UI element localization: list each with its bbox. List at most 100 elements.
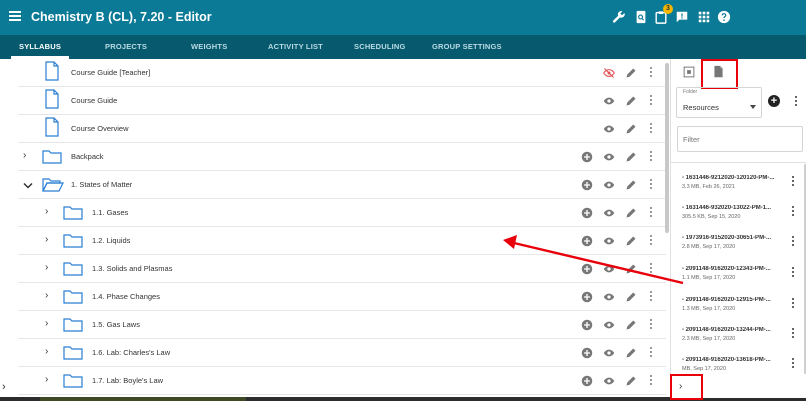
more-options-icon[interactable]	[791, 358, 795, 370]
more-options-icon[interactable]	[649, 67, 653, 79]
visibility-off-icon[interactable]	[603, 67, 615, 79]
tab-syllabus[interactable]: SYLLABUS	[10, 35, 70, 59]
syllabus-row[interactable]: › 1.2. Liquids	[18, 227, 666, 255]
more-options-icon[interactable]	[791, 236, 795, 248]
add-resource-button[interactable]: +	[768, 95, 780, 107]
syllabus-row[interactable]: › 1.6. Lab: Charles's Law	[18, 339, 666, 367]
help-icon[interactable]	[717, 10, 731, 24]
more-options-icon[interactable]	[791, 267, 795, 279]
visibility-icon[interactable]	[603, 291, 615, 303]
edit-pencil-icon[interactable]	[625, 207, 637, 219]
more-options-icon[interactable]	[649, 375, 653, 387]
add-circle-icon[interactable]	[581, 263, 593, 275]
more-options-icon[interactable]	[649, 151, 653, 163]
syllabus-row[interactable]: 1. States of Matter	[18, 171, 666, 199]
more-options-icon[interactable]	[649, 319, 653, 331]
feedback-icon[interactable]	[675, 10, 689, 24]
syllabus-row[interactable]: › 1.4. Phase Changes	[18, 283, 666, 311]
syllabus-row[interactable]: Course Guide [Teacher]	[18, 59, 666, 87]
visibility-icon[interactable]	[603, 123, 615, 135]
apps-grid-icon[interactable]	[697, 10, 711, 24]
visibility-icon[interactable]	[603, 207, 615, 219]
syllabus-row[interactable]: › 1.7. Lab: Boyle's Law	[18, 367, 666, 395]
menu-icon[interactable]	[9, 11, 21, 21]
search-doc-icon[interactable]	[634, 10, 648, 24]
resource-file-list: - 1631446-9212020-120120-PM-... 3.3 MB, …	[671, 162, 806, 374]
file-item[interactable]: - 2091148-9162020-13618-PM-... MB, Sep 1…	[671, 349, 803, 374]
chevron-right-icon[interactable]: ›	[45, 319, 55, 329]
add-circle-icon[interactable]	[581, 375, 593, 387]
chevron-down-icon[interactable]	[23, 181, 33, 191]
chevron-right-icon[interactable]: ›	[23, 151, 33, 161]
file-item[interactable]: - 2091148-9162020-13244-PM-... 2.3 MB, S…	[671, 319, 803, 350]
chevron-right-icon[interactable]: ›	[45, 207, 55, 217]
more-options-icon[interactable]	[649, 235, 653, 247]
edit-pencil-icon[interactable]	[625, 291, 637, 303]
add-circle-icon[interactable]	[581, 291, 593, 303]
more-options-icon[interactable]	[649, 179, 653, 191]
add-circle-icon[interactable]	[581, 179, 593, 191]
visibility-icon[interactable]	[603, 235, 615, 247]
tab-group-settings[interactable]: GROUP SETTINGS	[432, 35, 502, 59]
tab-projects[interactable]: PROJECTS	[105, 35, 147, 59]
file-item[interactable]: - 2091148-9162020-12915-PM-... 1.3 MB, S…	[671, 289, 803, 320]
syllabus-row[interactable]: › Backpack	[18, 143, 666, 171]
more-options-icon[interactable]	[649, 347, 653, 359]
add-circle-icon[interactable]	[581, 207, 593, 219]
add-circle-icon[interactable]	[581, 347, 593, 359]
add-circle-icon[interactable]	[581, 235, 593, 247]
chevron-right-icon[interactable]: ›	[45, 263, 55, 273]
more-options-icon[interactable]	[791, 176, 795, 188]
visibility-icon[interactable]	[603, 151, 615, 163]
more-options-icon[interactable]	[649, 95, 653, 107]
chevron-right-icon[interactable]: ›	[45, 291, 55, 301]
wrench-icon[interactable]	[612, 10, 626, 24]
edit-pencil-icon[interactable]	[625, 179, 637, 191]
syllabus-row[interactable]: › 1.5. Gas Laws	[18, 311, 666, 339]
edit-pencil-icon[interactable]	[625, 67, 637, 79]
tab-weights[interactable]: WEIGHTS	[191, 35, 227, 59]
more-options-icon[interactable]	[794, 96, 798, 108]
edit-pencil-icon[interactable]	[625, 375, 637, 387]
more-options-icon[interactable]	[791, 206, 795, 218]
file-item[interactable]: - 1973916-9152020-30651-PM-... 2.8 MB, S…	[671, 227, 803, 258]
visibility-icon[interactable]	[603, 375, 615, 387]
more-options-icon[interactable]	[649, 263, 653, 275]
edit-pencil-icon[interactable]	[625, 123, 637, 135]
more-options-icon[interactable]	[649, 207, 653, 219]
syllabus-row[interactable]: Course Guide	[18, 87, 666, 115]
edit-pencil-icon[interactable]	[625, 263, 637, 275]
caret-down-icon[interactable]	[750, 105, 756, 109]
visibility-icon[interactable]	[603, 95, 615, 107]
syllabus-row[interactable]: Course Overview	[18, 115, 666, 143]
chevron-right-icon[interactable]: ›	[2, 380, 12, 394]
edit-pencil-icon[interactable]	[625, 235, 637, 247]
file-item[interactable]: - 1631446-9212020-120120-PM-... 3.3 MB, …	[671, 167, 803, 198]
visibility-icon[interactable]	[603, 179, 615, 191]
syllabus-row[interactable]: › 1.1. Gases	[18, 199, 666, 227]
chevron-right-icon[interactable]: ›	[45, 347, 55, 357]
file-item[interactable]: - 1631446-932020-13022-PM-1... 305.5 KB,…	[671, 197, 803, 228]
edit-pencil-icon[interactable]	[625, 95, 637, 107]
edit-pencil-icon[interactable]	[625, 347, 637, 359]
more-options-icon[interactable]	[649, 291, 653, 303]
tree-scrollbar[interactable]	[665, 63, 669, 233]
add-circle-icon[interactable]	[581, 319, 593, 331]
filter-input[interactable]	[677, 126, 803, 152]
edit-pencil-icon[interactable]	[625, 151, 637, 163]
visibility-icon[interactable]	[603, 319, 615, 331]
tab-scheduling[interactable]: SCHEDULING	[354, 35, 406, 59]
visibility-icon[interactable]	[603, 263, 615, 275]
chevron-right-icon[interactable]: ›	[45, 375, 55, 385]
visibility-icon[interactable]	[603, 347, 615, 359]
add-circle-icon[interactable]	[581, 151, 593, 163]
edit-pencil-icon[interactable]	[625, 319, 637, 331]
file-item[interactable]: - 2091148-9162020-12343-PM-... 1.1 MB, S…	[671, 258, 803, 289]
tab-activity-list[interactable]: ACTIVITY LIST	[268, 35, 323, 59]
more-options-icon[interactable]	[791, 298, 795, 310]
more-options-icon[interactable]	[791, 328, 795, 340]
more-options-icon[interactable]	[649, 123, 653, 135]
syllabus-row[interactable]: › 1.3. Solids and Plasmas	[18, 255, 666, 283]
chevron-right-icon[interactable]: ›	[45, 235, 55, 245]
expand-frame-icon[interactable]	[683, 66, 695, 78]
